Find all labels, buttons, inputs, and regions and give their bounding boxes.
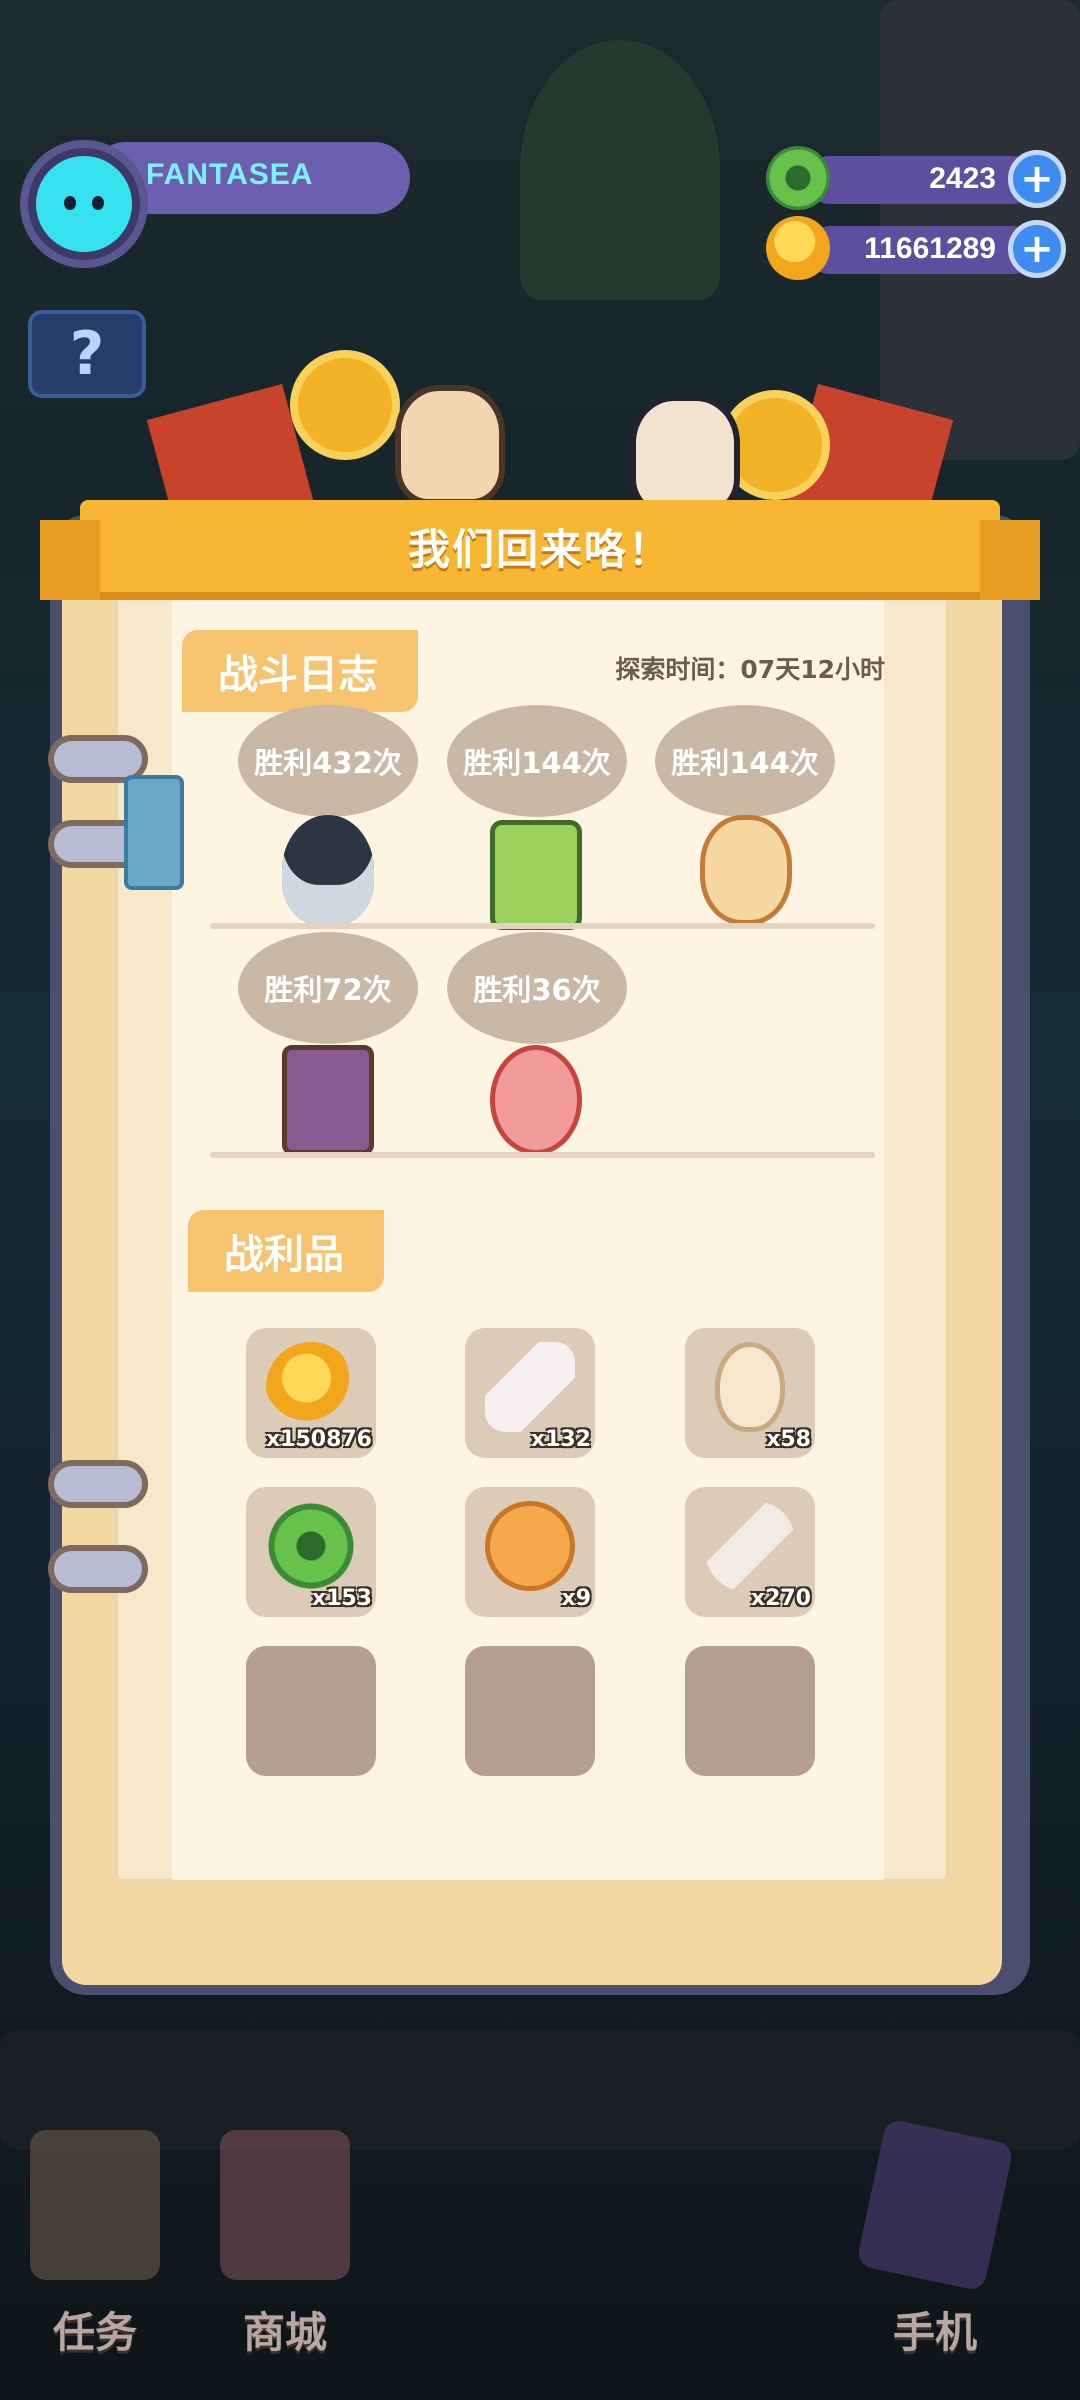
trumpet-icon (290, 350, 400, 460)
green-donut-icon (766, 146, 830, 210)
help-button[interactable]: ? (28, 310, 146, 398)
task-book-icon (30, 2130, 160, 2280)
green-scroll-creature (490, 820, 582, 930)
loot-slot[interactable]: x9 (465, 1487, 595, 1617)
loot-count: x153 (311, 1586, 372, 1611)
loot-count: x58 (766, 1427, 811, 1452)
player-profile[interactable]: FANTASEA (20, 140, 410, 268)
loot-count: x9 (561, 1586, 592, 1611)
loot-tag: 战利品 (188, 1210, 384, 1292)
penguin-bird-creature (282, 815, 374, 925)
loot-slot-empty (465, 1646, 595, 1776)
green-donut-icon (266, 1501, 356, 1591)
loot-slot[interactable]: x150876 (246, 1328, 376, 1458)
feather-icon (705, 1501, 795, 1591)
loot-count: x270 (750, 1586, 811, 1611)
loot-count: x132 (530, 1427, 591, 1452)
loot-slot-empty (685, 1646, 815, 1776)
currency-donut: 2423 + (766, 146, 1066, 210)
loot-slot-empty (246, 1646, 376, 1776)
seed-icon (715, 1342, 785, 1432)
purple-cart-creature (282, 1045, 374, 1155)
binder-ring (48, 1460, 148, 1508)
binder-ring (48, 1545, 148, 1593)
battle-count-bubble: 胜利144次 (447, 705, 627, 817)
dialog-title: 我们回来咯！ (407, 524, 672, 574)
player-name: FANTASEA (146, 158, 314, 191)
background-tree (520, 40, 720, 300)
add-donut-button[interactable]: + (1008, 150, 1066, 208)
nav-shop-label: 商城 (242, 2308, 327, 2357)
nav-phone-label: 手机 (892, 2308, 977, 2357)
shelf-line (210, 1152, 875, 1158)
loot-slot[interactable]: x58 (685, 1328, 815, 1458)
spotted-bread-creature (700, 815, 792, 925)
battle-log-tag: 战斗日志 (182, 630, 418, 712)
currency-coin: 11661289 + (766, 216, 1066, 280)
loot-slot[interactable]: x270 (685, 1487, 815, 1617)
cat-face-icon (36, 156, 132, 252)
loot-count: x150876 (265, 1427, 372, 1452)
black-cat-mascot (630, 395, 740, 515)
battle-count-bubble: 胜利72次 (238, 932, 418, 1044)
nav-tasks-label: 任务 (52, 2308, 137, 2357)
nav-shop-button[interactable]: 商城 (200, 2130, 370, 2360)
planet-coin-icon (266, 1342, 356, 1432)
shop-stall-icon (220, 2130, 350, 2280)
paper-clip (124, 775, 184, 890)
battle-count-bubble: 胜利36次 (447, 932, 627, 1044)
currency-donut-value: 2423 (929, 162, 996, 195)
phone-icon (855, 2118, 1015, 2292)
player-avatar[interactable] (20, 140, 148, 268)
nav-tasks-button[interactable]: 任务 (10, 2130, 180, 2360)
loot-slot[interactable]: x153 (246, 1487, 376, 1617)
planet-coin-icon (766, 216, 830, 280)
title-ribbon: 我们回来咯！ (40, 500, 1040, 600)
currency-bar (806, 156, 1036, 204)
currency-coin-value: 11661289 (864, 232, 996, 265)
explore-time: 探索时间：07天12小时 (615, 655, 885, 684)
pink-pig-creature (490, 1045, 582, 1155)
mooncake-icon (485, 1501, 575, 1591)
bone-icon (485, 1342, 575, 1432)
loot-slot[interactable]: x132 (465, 1328, 595, 1458)
add-coin-button[interactable]: + (1008, 220, 1066, 278)
orange-cat-mascot (395, 385, 505, 505)
shelf-line (210, 923, 875, 929)
nav-phone-button[interactable]: 手机 (850, 2118, 1020, 2360)
battle-count-bubble: 胜利144次 (655, 705, 835, 817)
battle-count-bubble: 胜利432次 (238, 705, 418, 817)
